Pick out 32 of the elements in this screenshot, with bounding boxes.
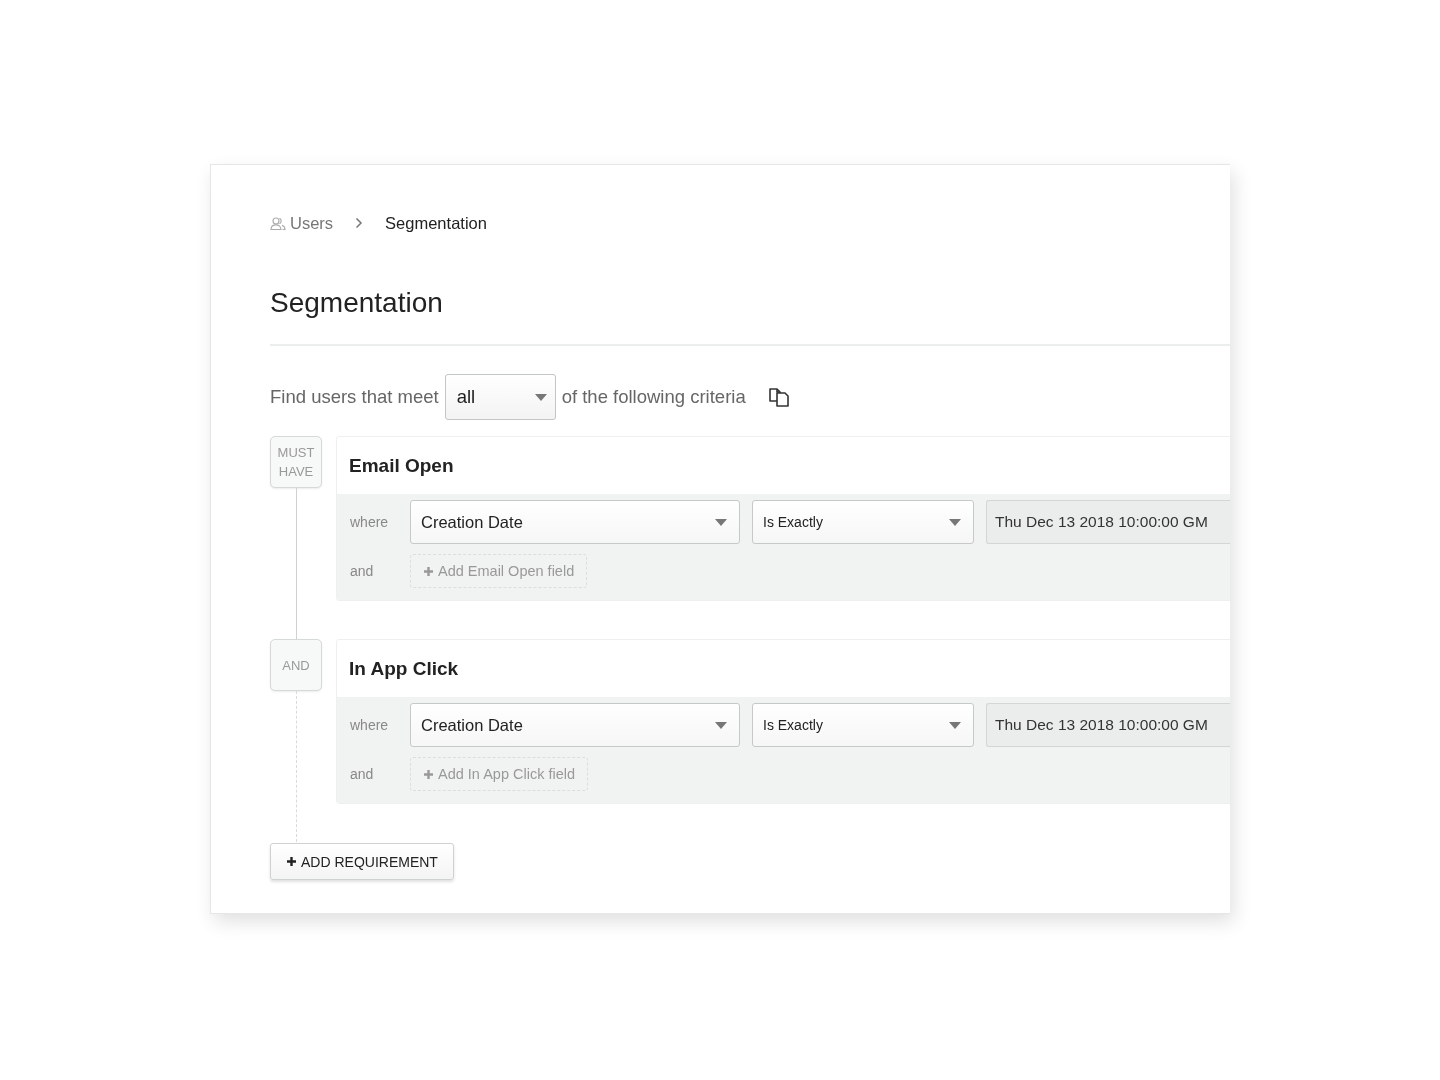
caret-icon (534, 393, 547, 401)
and-label: and (350, 766, 375, 782)
plus-icon (286, 856, 297, 867)
plus-icon (423, 565, 434, 577)
caret-icon (715, 518, 727, 526)
page-title: Segmentation (270, 286, 444, 320)
caret-icon (949, 518, 961, 526)
event-name: In App Click (349, 657, 459, 680)
event-name: Email Open (349, 454, 454, 477)
where-label: where (350, 514, 390, 530)
operator-dropdown[interactable]: Is Exactly (752, 703, 974, 747)
copy-icon[interactable] (767, 386, 790, 408)
caret-icon (949, 721, 961, 729)
and-label: and (350, 563, 375, 579)
connector-badge: MUST HAVE (270, 436, 322, 488)
breadcrumb-current: Segmentation (385, 213, 487, 233)
chevron-icon (355, 217, 364, 229)
criteria-prefix: Find users that meet (270, 386, 439, 408)
connector-badge: AND (270, 639, 322, 691)
field-dropdown[interactable]: Creation Date (410, 703, 740, 747)
where-label: where (350, 717, 390, 733)
caret-icon (715, 721, 727, 729)
value-field[interactable]: Thu Dec 13 2018 10:00:00 GM (986, 500, 1230, 544)
plus-icon (423, 768, 434, 780)
criteria-suffix: of the following criteria (561, 386, 746, 408)
breadcrumb-link[interactable]: Users (270, 213, 334, 233)
value-field[interactable]: Thu Dec 13 2018 10:00:00 GM (986, 703, 1230, 747)
operator-dropdown[interactable]: Is Exactly (752, 500, 974, 544)
add-requirement-button[interactable]: ADD REQUIREMENT (270, 843, 454, 880)
users-icon (270, 216, 286, 230)
field-dropdown[interactable]: Creation Date (410, 500, 740, 544)
match-dropdown[interactable]: all (444, 374, 556, 420)
